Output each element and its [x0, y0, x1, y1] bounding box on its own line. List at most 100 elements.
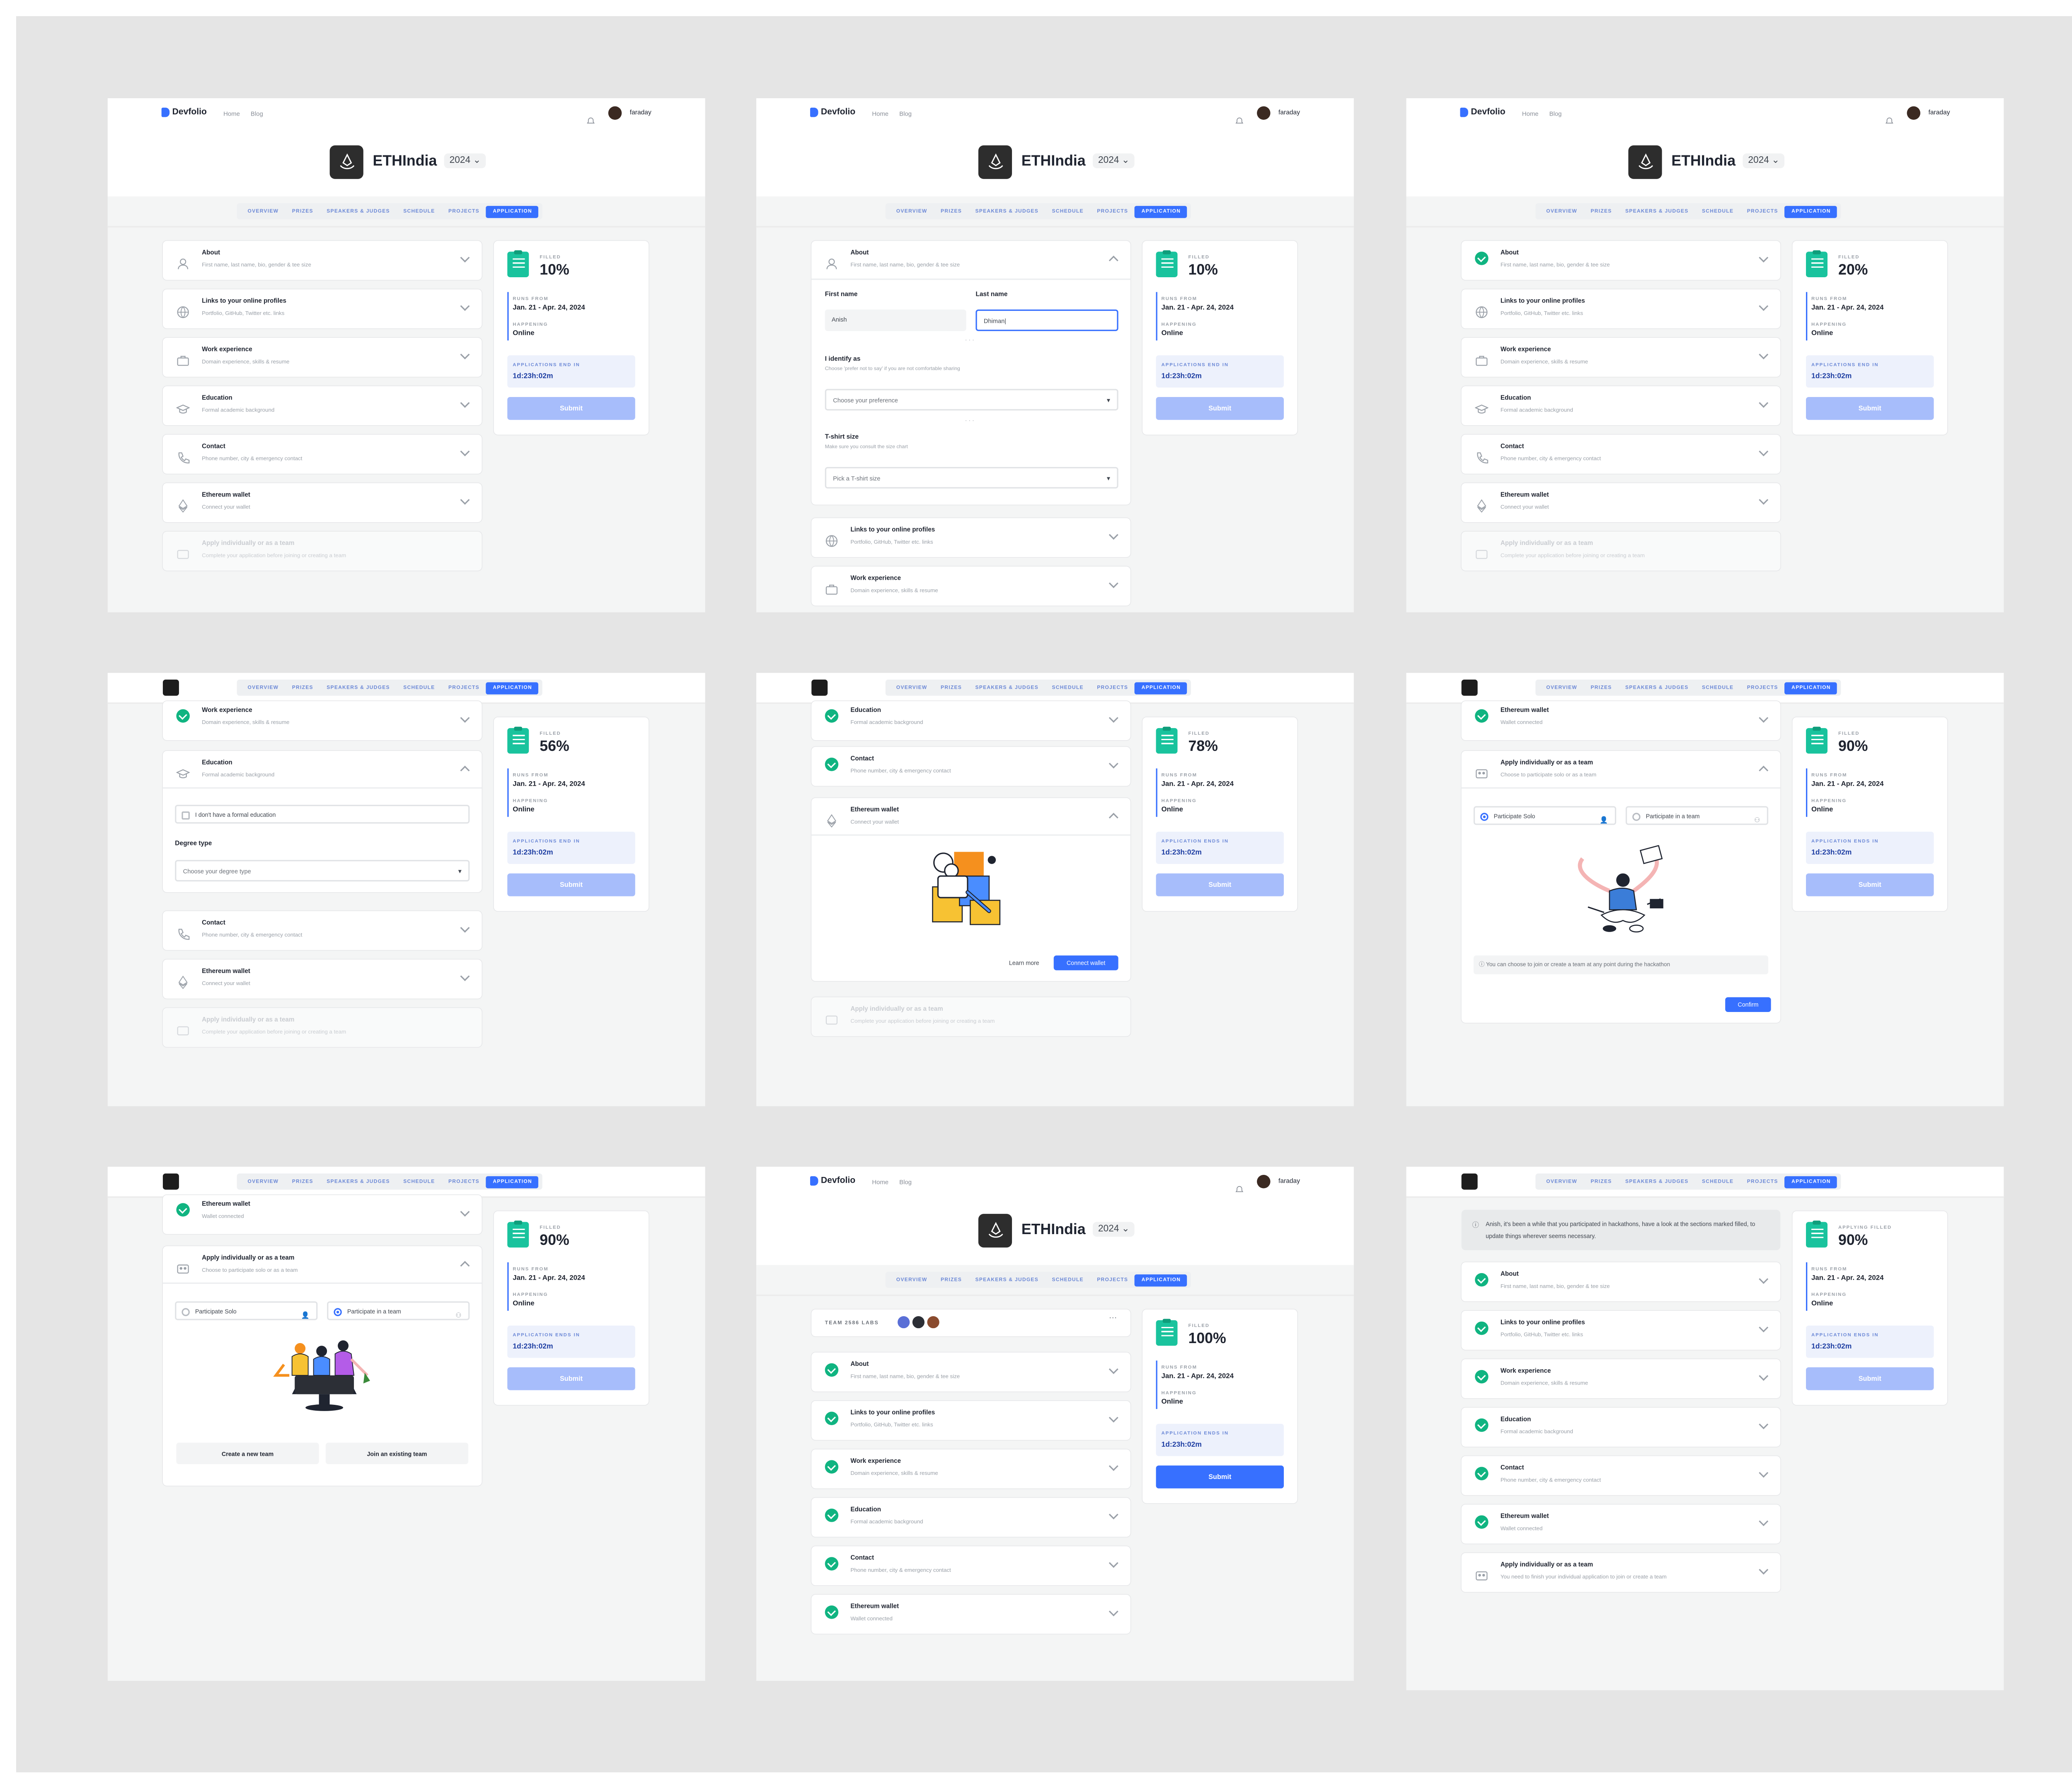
- participate-team-option[interactable]: Participate in a team ⚇: [1625, 806, 1769, 825]
- chevron-up-icon[interactable]: [460, 1261, 470, 1271]
- section-links[interactable]: Links to your online profiles Portfolio, …: [1461, 289, 1781, 329]
- tab-overview[interactable]: OVERVIEW: [890, 682, 934, 694]
- section-wallet[interactable]: Ethereum wallet Wallet connected: [1461, 1504, 1781, 1544]
- section-work[interactable]: Work experience Domain experience, skills…: [162, 701, 482, 741]
- year-selector[interactable]: 2024 ⌄: [444, 153, 487, 168]
- tab-overview[interactable]: OVERVIEW: [241, 682, 285, 694]
- tab-prizes[interactable]: PRIZES: [285, 205, 320, 217]
- username[interactable]: faraday: [1278, 110, 1300, 116]
- nav-home[interactable]: Home: [872, 1178, 888, 1185]
- tab-prizes[interactable]: PRIZES: [285, 682, 320, 694]
- tab-prizes[interactable]: PRIZES: [285, 1176, 320, 1188]
- submit-button[interactable]: Submit: [1806, 1367, 1934, 1390]
- tab-schedule[interactable]: SCHEDULE: [1695, 682, 1740, 694]
- tab-prizes[interactable]: PRIZES: [1584, 205, 1619, 217]
- section-contact[interactable]: Contact Phone number, city & emergency co…: [162, 434, 482, 474]
- tab-prizes[interactable]: PRIZES: [934, 205, 969, 217]
- last-name-input[interactable]: Dhiman|: [975, 309, 1118, 331]
- avatar[interactable]: [608, 105, 622, 119]
- submit-button[interactable]: Submit: [1806, 397, 1934, 420]
- devfolio-logo[interactable]: Devfolio: [1460, 107, 1506, 117]
- devfolio-logo[interactable]: Devfolio: [810, 107, 855, 117]
- tab-projects[interactable]: PROJECTS: [442, 682, 486, 694]
- submit-button[interactable]: Submit: [507, 1367, 635, 1390]
- tab-prizes[interactable]: PRIZES: [934, 682, 969, 694]
- more-options-icon[interactable]: ···: [1109, 1315, 1117, 1323]
- tab-speakers-judges[interactable]: SPEAKERS & JUDGES: [968, 205, 1045, 217]
- section-wallet[interactable]: Ethereum wallet Wallet connected: [811, 1595, 1130, 1634]
- chevron-up-icon[interactable]: [1109, 255, 1118, 265]
- section-education[interactable]: Education Formal academic background: [1461, 386, 1781, 426]
- section-links[interactable]: Links to your online profiles Portfolio, …: [1461, 1310, 1781, 1350]
- submit-button[interactable]: Submit: [1156, 1465, 1284, 1489]
- chevron-up-icon[interactable]: [460, 765, 470, 775]
- section-contact[interactable]: Contact Phone number, city & emergency co…: [1461, 434, 1781, 474]
- bell-icon[interactable]: [1235, 1176, 1244, 1192]
- section-team[interactable]: Apply individually or as a team You need …: [1461, 1553, 1781, 1592]
- section-contact[interactable]: Contact Phone number, city & emergency co…: [1461, 1456, 1781, 1495]
- tab-prizes[interactable]: PRIZES: [1584, 682, 1619, 694]
- tab-application[interactable]: APPLICATION: [1135, 205, 1188, 218]
- tab-projects[interactable]: PROJECTS: [1090, 1274, 1135, 1286]
- tab-application[interactable]: APPLICATION: [486, 1175, 539, 1188]
- create-team-button[interactable]: Create a new team: [176, 1443, 319, 1465]
- tab-application[interactable]: APPLICATION: [1784, 681, 1837, 694]
- section-education[interactable]: Education Formal academic background: [1461, 1407, 1781, 1447]
- tab-speakers-judges[interactable]: SPEAKERS & JUDGES: [968, 682, 1045, 694]
- username[interactable]: faraday: [630, 110, 651, 116]
- devfolio-logo[interactable]: Devfolio: [810, 1176, 855, 1186]
- section-work[interactable]: Work experience Domain experience, skills…: [811, 1449, 1130, 1489]
- tab-speakers-judges[interactable]: SPEAKERS & JUDGES: [1619, 682, 1695, 694]
- section-wallet[interactable]: Ethereum wallet Wallet connected: [1461, 701, 1781, 741]
- first-name-input[interactable]: Anish: [825, 309, 966, 331]
- nav-blog[interactable]: Blog: [899, 110, 912, 116]
- nav-home[interactable]: Home: [223, 110, 240, 116]
- tab-application[interactable]: APPLICATION: [1784, 205, 1837, 218]
- tab-schedule[interactable]: SCHEDULE: [1045, 1274, 1090, 1286]
- learn-more-button[interactable]: Learn more: [1000, 956, 1048, 971]
- tab-application[interactable]: APPLICATION: [486, 681, 539, 694]
- tab-overview[interactable]: OVERVIEW: [1539, 1176, 1584, 1188]
- tab-overview[interactable]: OVERVIEW: [241, 205, 285, 217]
- section-contact[interactable]: Contact Phone number, city & emergency co…: [811, 1546, 1130, 1586]
- section-links[interactable]: Links to your online profiles Portfolio, …: [162, 289, 482, 329]
- tab-projects[interactable]: PROJECTS: [1090, 682, 1135, 694]
- username[interactable]: faraday: [1929, 110, 1950, 116]
- tab-overview[interactable]: OVERVIEW: [890, 205, 934, 217]
- tab-speakers-judges[interactable]: SPEAKERS & JUDGES: [320, 205, 397, 217]
- nav-blog[interactable]: Blog: [1549, 110, 1562, 116]
- tab-speakers-judges[interactable]: SPEAKERS & JUDGES: [968, 1274, 1045, 1286]
- avatar[interactable]: [1257, 105, 1271, 119]
- submit-button[interactable]: Submit: [1156, 873, 1284, 896]
- section-work[interactable]: Work experience Domain experience, skills…: [1461, 1359, 1781, 1399]
- tab-schedule[interactable]: SCHEDULE: [397, 1176, 442, 1188]
- tab-speakers-judges[interactable]: SPEAKERS & JUDGES: [320, 1176, 397, 1188]
- tab-application[interactable]: APPLICATION: [1135, 1273, 1188, 1286]
- bell-icon[interactable]: [1235, 108, 1244, 124]
- tab-overview[interactable]: OVERVIEW: [890, 1274, 934, 1286]
- tab-projects[interactable]: PROJECTS: [1740, 682, 1784, 694]
- tab-schedule[interactable]: SCHEDULE: [397, 205, 442, 217]
- section-about[interactable]: About First name, last name, bio, gender …: [1461, 241, 1781, 280]
- avatar[interactable]: [1257, 1174, 1271, 1188]
- submit-button[interactable]: Submit: [507, 397, 635, 420]
- tab-schedule[interactable]: SCHEDULE: [1045, 205, 1090, 217]
- section-links[interactable]: Links to your online profiles Portfolio, …: [811, 1401, 1130, 1440]
- tab-overview[interactable]: OVERVIEW: [1539, 682, 1584, 694]
- tab-schedule[interactable]: SCHEDULE: [397, 682, 442, 694]
- tab-projects[interactable]: PROJECTS: [1740, 1176, 1784, 1188]
- participate-team-option[interactable]: Participate in a team ⚇: [327, 1301, 470, 1320]
- username[interactable]: faraday: [1278, 1178, 1300, 1185]
- section-contact[interactable]: Contact Phone number, city & emergency co…: [811, 747, 1130, 786]
- tab-projects[interactable]: PROJECTS: [442, 205, 486, 217]
- tab-application[interactable]: APPLICATION: [1784, 1175, 1837, 1188]
- nav-blog[interactable]: Blog: [251, 110, 263, 116]
- section-about[interactable]: About First name, last name, bio, gender …: [1461, 1262, 1781, 1302]
- bell-icon[interactable]: [1885, 108, 1893, 124]
- tab-speakers-judges[interactable]: SPEAKERS & JUDGES: [1619, 1176, 1695, 1188]
- section-wallet[interactable]: Ethereum wallet Connect your wallet: [162, 959, 482, 999]
- tab-schedule[interactable]: SCHEDULE: [1045, 682, 1090, 694]
- tab-projects[interactable]: PROJECTS: [1740, 205, 1784, 217]
- submit-button[interactable]: Submit: [1806, 873, 1934, 896]
- tshirt-select[interactable]: Pick a T-shirt size: [825, 467, 1118, 490]
